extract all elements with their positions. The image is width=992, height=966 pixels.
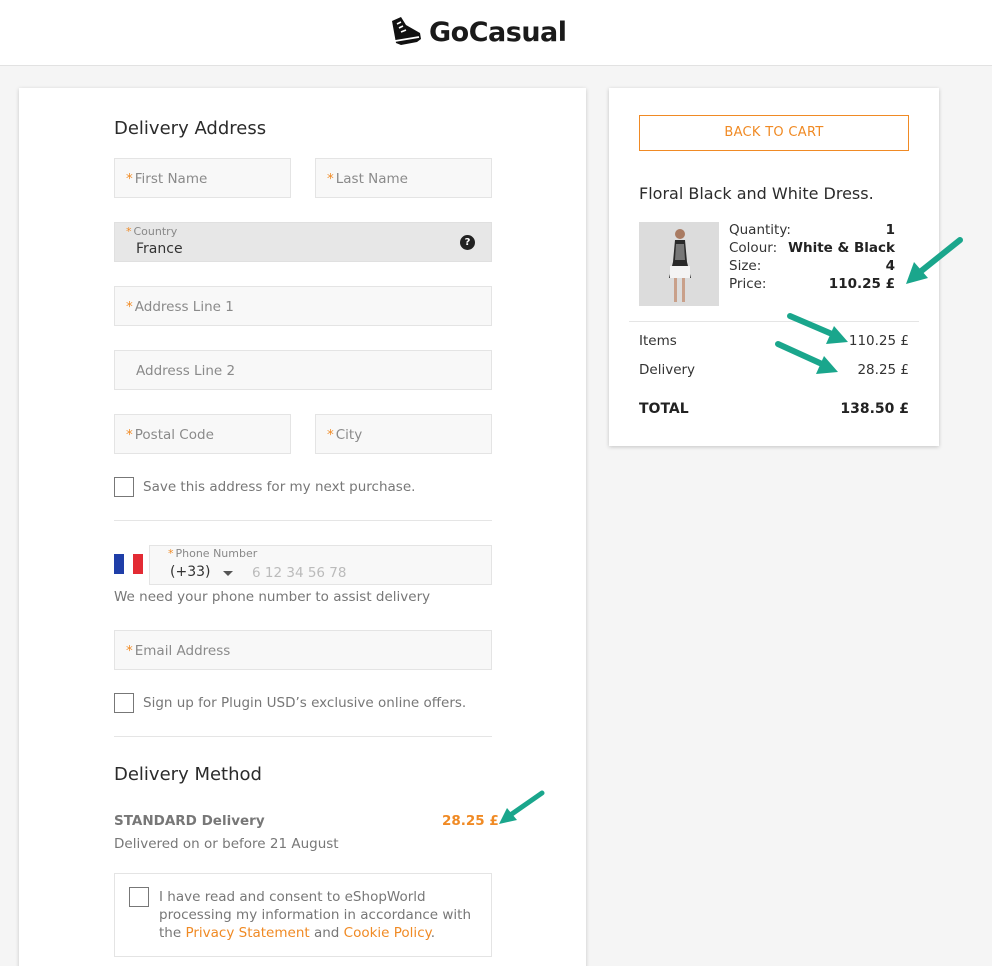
items-value: 110.25 £ [848,333,909,349]
signup-offers-label: Sign up for Plugin USD’s exclusive onlin… [143,695,467,711]
brand-name: GoCasual [429,16,567,48]
address-line-2-placeholder: Address Line 2 [136,363,236,379]
save-address-checkbox[interactable] [114,477,134,497]
address-line-1-field[interactable]: * Address Line 1 [114,286,492,326]
price-value: 110.25 £ [828,276,895,292]
city-field[interactable]: * City [315,414,492,454]
postal-code-field[interactable]: * Postal Code [114,414,291,454]
required-mark: * [126,225,132,238]
phone-note: We need your phone number to assist deli… [114,589,431,605]
required-mark: * [327,427,334,443]
price-label: Price: [729,276,767,292]
required-mark: * [126,643,133,659]
divider [114,736,492,737]
checkout-form-panel: Delivery Address * First Name * Last Name … [19,88,586,966]
required-mark: * [126,427,133,443]
save-address-label: Save this address for my next purchase. [143,479,416,495]
required-mark: * [126,171,133,187]
size-label: Size: [729,258,762,274]
country-label: Country [133,225,178,238]
address-line-2-field[interactable]: Address Line 2 [114,350,492,390]
signup-offers-checkbox[interactable] [114,693,134,713]
last-name-placeholder: Last Name [335,171,408,187]
size-value: 4 [885,258,895,274]
delivery-label: Delivery [639,362,696,378]
product-image [639,222,719,306]
phone-number-field[interactable]: * Phone Number (+33) 6 12 34 56 78 [149,545,492,585]
help-icon[interactable]: ? [460,235,475,250]
privacy-statement-link[interactable]: Privacy Statement [185,925,309,941]
quantity-value: 1 [885,222,895,238]
country-value: France [136,241,183,257]
first-name-placeholder: First Name [134,171,208,187]
delivery-value: 28.25 £ [857,362,909,378]
delivery-option-name[interactable]: STANDARD Delivery [114,813,265,829]
quantity-label: Quantity: [729,222,791,238]
chevron-down-icon[interactable] [223,571,233,576]
email-placeholder: Email Address [134,643,231,659]
delivery-address-title: Delivery Address [114,118,267,139]
address-line-1-placeholder: Address Line 1 [134,299,234,315]
colour-label: Colour: [729,240,778,256]
last-name-field[interactable]: * Last Name [315,158,492,198]
delivery-option-note: Delivered on or before 21 August [114,836,339,852]
consent-box: I have read and consent to eShopWorld pr… [114,873,492,957]
required-mark: * [327,171,334,187]
email-field[interactable]: * Email Address [114,630,492,670]
annotation-arrow-icon [906,237,963,284]
annotation-arrow-icon [499,790,545,824]
divider [114,520,492,521]
phone-placeholder: 6 12 34 56 78 [252,565,347,581]
consent-and: and [309,925,344,941]
sneaker-icon [392,17,421,45]
annotation-arrow-icon [775,341,838,374]
dress-model-image [639,222,719,306]
consent-text: I have read and consent to eShopWorld pr… [159,888,479,942]
required-mark: * [126,299,133,315]
postal-code-placeholder: Postal Code [134,427,214,443]
france-flag-icon[interactable] [114,554,144,574]
total-label: TOTAL [639,401,689,417]
back-to-cart-button[interactable]: BACK TO CART [639,115,909,151]
brand-logo[interactable]: GoCasual [389,14,567,50]
country-select[interactable]: * Country France ? [114,222,492,262]
first-name-field[interactable]: * First Name [114,158,291,198]
delivery-option-price: 28.25 £ [442,813,499,829]
header: GoCasual [0,0,992,66]
items-label: Items [639,333,677,349]
required-mark: * [168,547,174,560]
country-code-select[interactable]: (+33) [170,564,210,580]
city-placeholder: City [335,427,363,443]
divider [629,321,919,322]
delivery-method-title: Delivery Method [114,764,262,785]
colour-value: White & Black [788,240,895,256]
consent-period: . [430,925,435,941]
order-summary-panel: BACK TO CART Floral Black and White Dres… [609,88,939,446]
consent-checkbox[interactable] [129,887,149,907]
cookie-policy-link[interactable]: Cookie Policy [344,925,431,941]
phone-label: Phone Number [175,547,258,560]
product-title: Floral Black and White Dress. [639,184,874,203]
total-value: 138.50 £ [840,401,909,417]
